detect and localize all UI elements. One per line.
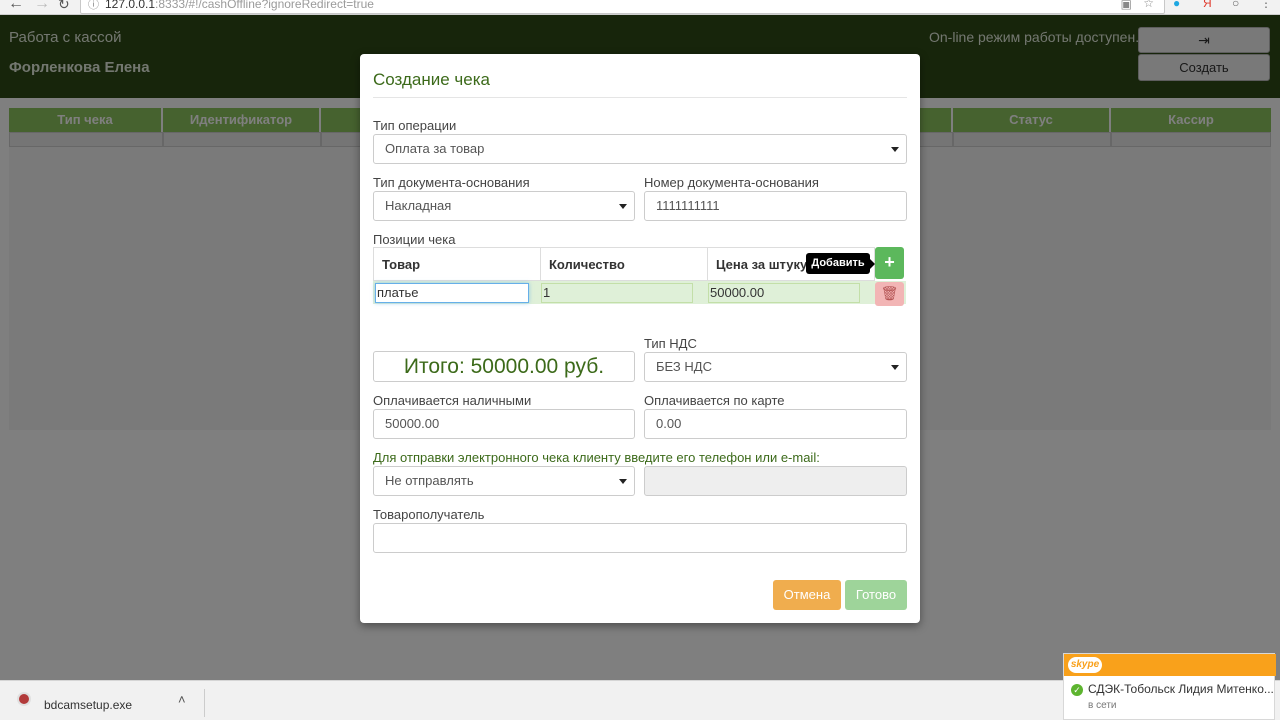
vat-type-select[interactable]: БЕЗ НДС [644,352,907,382]
doc-type-label: Тип документа-основания [373,175,530,190]
send-receipt-value: Не отправлять [385,473,474,488]
add-tooltip: Добавить [806,253,875,274]
skype-extension-icon[interactable]: ● [1173,0,1180,10]
send-receipt-select[interactable]: Не отправлять [373,466,635,496]
url-path: :8333/#!/cashOffline?ignoreRedirect=true [155,0,374,11]
divider [373,97,907,98]
trash-icon: 🗑 [880,285,899,301]
item-quantity-input[interactable]: 1 [541,283,693,303]
forward-arrow-icon[interactable]: → [34,0,50,13]
yandex-extension-icon[interactable]: Я [1203,0,1212,10]
doc-number-value: 1111111111 [656,198,720,213]
caret-down-icon [891,365,899,370]
download-file-name[interactable]: bdcamsetup.exe [44,698,132,712]
item-name-input[interactable]: платье [375,283,529,303]
search-extension-icon[interactable]: ○ [1232,0,1239,10]
doc-type-value: Накладная [385,198,452,213]
vat-type-label: Тип НДС [644,336,697,351]
cash-label: Оплачивается наличными [373,393,532,408]
dialog-title: Создание чека [373,70,490,89]
skype-contact-status: в сети [1088,700,1117,711]
doc-number-input[interactable]: 1111111111 [644,191,907,221]
add-item-button[interactable]: + [875,247,904,279]
caret-down-icon [619,204,627,209]
skype-notification[interactable]: skype ✓ СДЭК-Тобольск Лидия Митенко... в… [1063,653,1276,720]
menu-icon[interactable]: ⋮ [1260,0,1272,10]
caret-down-icon [619,479,627,484]
cash-input[interactable]: 50000.00 [373,409,635,439]
installer-file-icon [17,692,31,706]
operation-type-select[interactable]: Оплата за товар [373,134,907,164]
online-check-icon: ✓ [1071,684,1083,696]
items-label: Позиции чека [373,232,456,247]
card-label: Оплачивается по карте [644,393,785,408]
operation-type-value: Оплата за товар [385,141,485,156]
reload-icon[interactable]: ↻ [58,0,70,13]
done-button[interactable]: Готово [845,580,907,610]
skype-notification-header: skype [1064,654,1276,676]
cash-value: 50000.00 [385,416,440,431]
address-bar[interactable]: ⓘ 127.0.0.1:8333/#!/cashOffline?ignoreRe… [80,0,1165,14]
translate-icon[interactable]: ▣ [1121,0,1132,11]
operation-type-label: Тип операции [373,118,457,133]
doc-number-label: Номер документа-основания [644,175,819,190]
skype-contact-name: СДЭК-Тобольск Лидия Митенко... [1088,682,1274,696]
item-row: платье 1 50000.00 [373,281,906,304]
delete-item-button[interactable]: 🗑 [875,282,904,306]
browser-toolbar: ← → ↻ ⓘ 127.0.0.1:8333/#!/cashOffline?ig… [0,0,1280,15]
back-arrow-icon[interactable]: ← [8,0,24,13]
items-header-quantity: Количество [540,247,708,281]
create-receipt-dialog: Создание чека Тип операции Оплата за тов… [360,54,920,623]
url-host: 127.0.0.1 [105,0,156,11]
bookmark-star-icon[interactable]: ☆ [1143,0,1154,10]
recipient-label: Товарополучатель [373,507,485,522]
page-info-icon[interactable]: ⓘ [88,0,99,12]
item-price-input[interactable]: 50000.00 [708,283,860,303]
receipt-total: Итого: 50000.00 руб. [373,351,635,382]
contact-input [644,466,907,496]
chevron-up-icon[interactable]: ˄ [178,692,186,707]
plus-icon: + [884,252,895,272]
cancel-button[interactable]: Отмена [773,580,841,610]
doc-type-select[interactable]: Накладная [373,191,635,221]
card-value: 0.00 [656,416,682,431]
divider [204,689,205,717]
recipient-input[interactable] [373,523,907,553]
caret-down-icon [891,147,899,152]
items-header-product: Товар [373,247,541,281]
send-receipt-hint: Для отправки электронного чека клиенту в… [373,450,820,465]
vat-type-value: БЕЗ НДС [656,359,712,374]
card-input[interactable]: 0.00 [644,409,907,439]
skype-logo: skype [1068,657,1102,673]
